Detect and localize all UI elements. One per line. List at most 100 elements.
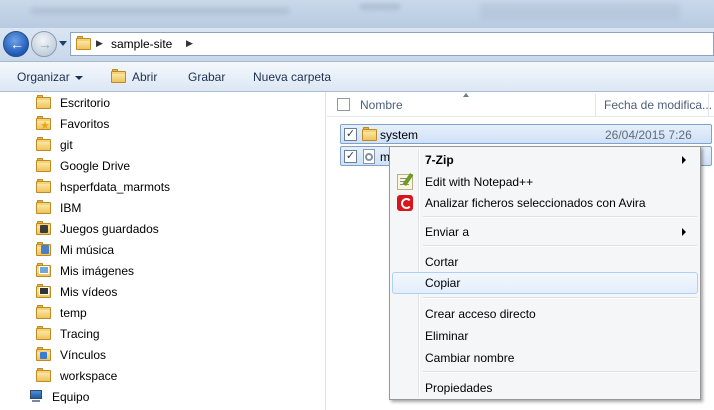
nav-item-favoritos[interactable]: ★ Favoritos — [36, 114, 109, 134]
breadcrumb-separator-icon[interactable]: ▶ — [96, 38, 103, 49]
menu-item-label: 7-Zip — [425, 153, 454, 167]
pictures-folder-icon — [36, 263, 52, 279]
navigation-pane: Escritorio ★ Favoritos git Google Drive … — [0, 92, 326, 410]
menu-item-delete[interactable]: Eliminar — [392, 325, 698, 347]
menu-item-avira-scan[interactable]: Analizar ficheros seleccionados con Avir… — [392, 192, 698, 214]
organize-label: Organizar — [17, 70, 70, 84]
column-header-date[interactable]: Fecha de modifica... — [604, 98, 712, 112]
row-checkbox[interactable]: ✓ — [344, 128, 357, 141]
column-header-name[interactable]: Nombre — [360, 98, 403, 112]
folder-icon — [36, 326, 52, 342]
menu-item-label: Cortar — [425, 255, 459, 269]
submenu-arrow-icon — [682, 156, 686, 164]
nav-item-juegos-guardados[interactable]: Juegos guardados — [36, 219, 159, 239]
nav-item-git[interactable]: git — [36, 135, 73, 155]
nav-item-mi-musica[interactable]: Mi música — [36, 240, 114, 260]
nav-item-tracing[interactable]: Tracing — [36, 324, 100, 344]
file-name: system — [380, 128, 419, 142]
saved-games-icon — [36, 221, 52, 237]
folder-icon — [36, 95, 52, 111]
file-row[interactable]: ✓ system 26/04/2015 7:26 — [340, 124, 712, 144]
music-folder-icon — [36, 242, 52, 258]
menu-separator — [423, 371, 697, 373]
nav-item-label: Escritorio — [60, 96, 111, 110]
folder-icon — [362, 127, 378, 141]
nav-item-label: IBM — [60, 201, 82, 215]
nav-item-mis-imagenes[interactable]: Mis imágenes — [36, 261, 134, 281]
nav-item-label: temp — [60, 306, 87, 320]
nav-item-label: Equipo — [52, 390, 90, 404]
menu-item-label: Cambiar nombre — [425, 351, 515, 365]
new-folder-button[interactable]: Nueva carpeta — [253, 70, 331, 84]
folder-icon — [36, 137, 52, 153]
nav-item-label: git — [60, 138, 73, 152]
folder-icon — [76, 36, 92, 50]
row-checkbox[interactable]: ✓ — [344, 150, 357, 163]
videos-folder-icon — [36, 284, 52, 300]
nav-item-ibm[interactable]: IBM — [36, 198, 81, 218]
menu-item-edit-notepadpp[interactable]: Edit with Notepad++ — [392, 171, 698, 193]
menu-separator — [423, 297, 697, 299]
menu-item-label: Edit with Notepad++ — [425, 175, 534, 189]
notepadpp-icon — [397, 174, 413, 190]
forward-button[interactable]: → — [31, 31, 57, 57]
nav-item-label: Mis vídeos — [60, 285, 118, 299]
nav-item-workspace[interactable]: workspace — [36, 366, 117, 386]
menu-item-7zip[interactable]: 7-Zip — [392, 149, 698, 171]
nav-item-label: Mi música — [60, 243, 115, 257]
nav-item-label: hsperfdata_marmots — [60, 180, 171, 194]
nav-item-label: Mis imágenes — [60, 264, 135, 278]
nav-item-hsperfdata[interactable]: hsperfdata_marmots — [36, 177, 170, 197]
file-icon — [362, 149, 376, 165]
column-divider[interactable] — [708, 94, 709, 116]
menu-item-label: Crear acceso directo — [425, 307, 536, 321]
menu-item-cut[interactable]: Cortar — [392, 251, 698, 273]
command-bar: Organizar Abrir Grabar Nueva carpeta — [0, 62, 714, 92]
folder-icon — [36, 179, 52, 195]
context-menu: 7-Zip Edit with Notepad++ Analizar fiche… — [389, 146, 701, 400]
nav-item-label: Google Drive — [60, 159, 131, 173]
menu-item-label: Eliminar — [425, 329, 469, 343]
nav-item-label: workspace — [60, 369, 118, 383]
menu-separator — [423, 245, 697, 247]
favorites-icon: ★ — [36, 116, 52, 132]
breadcrumb-item[interactable]: sample-site — [111, 37, 172, 51]
back-arrow-icon: ← — [10, 36, 24, 52]
nav-item-label: Tracing — [60, 327, 100, 341]
folder-icon — [36, 305, 52, 321]
menu-separator — [423, 216, 697, 218]
chevron-down-icon — [74, 75, 83, 80]
nav-item-temp[interactable]: temp — [36, 303, 87, 323]
menu-item-send-to[interactable]: Enviar a — [392, 221, 698, 243]
nav-item-google-drive[interactable]: Google Drive — [36, 156, 130, 176]
menu-item-label: Enviar a — [425, 225, 470, 239]
submenu-arrow-icon — [682, 228, 686, 236]
nav-item-label: Vínculos — [60, 348, 107, 362]
organize-button[interactable]: Organizar — [17, 70, 83, 84]
menu-item-label: Analizar ficheros seleccionados con Avir… — [425, 196, 646, 210]
address-bar[interactable]: ▶ sample-site ▶ — [70, 32, 714, 56]
nav-item-equipo[interactable]: Equipo — [28, 387, 89, 407]
back-button[interactable]: ← — [3, 31, 29, 57]
select-all-checkbox[interactable] — [337, 98, 350, 111]
address-row: ← → ▶ sample-site ▶ — [0, 28, 714, 62]
folder-icon — [36, 200, 52, 216]
menu-item-copy[interactable]: Copiar — [392, 272, 698, 294]
avira-icon — [397, 195, 413, 211]
breadcrumb-separator-icon[interactable]: ▶ — [186, 38, 193, 49]
burn-button[interactable]: Grabar — [188, 70, 225, 84]
open-button[interactable]: Abrir — [132, 70, 157, 84]
nav-item-escritorio[interactable]: Escritorio — [36, 93, 110, 113]
recent-pages-button[interactable] — [58, 38, 68, 50]
nav-item-label: Juegos guardados — [60, 222, 159, 236]
menu-item-rename[interactable]: Cambiar nombre — [392, 347, 698, 369]
folder-icon — [36, 368, 52, 384]
column-divider[interactable] — [595, 94, 596, 116]
menu-item-label: Copiar — [425, 276, 461, 290]
nav-item-vinculos[interactable]: Vínculos — [36, 345, 106, 365]
menu-item-create-shortcut[interactable]: Crear acceso directo — [392, 303, 698, 325]
nav-item-mis-videos[interactable]: Mis vídeos — [36, 282, 117, 302]
menu-item-properties[interactable]: Propiedades — [392, 377, 698, 399]
open-icon — [111, 68, 127, 83]
links-folder-icon — [36, 347, 52, 363]
